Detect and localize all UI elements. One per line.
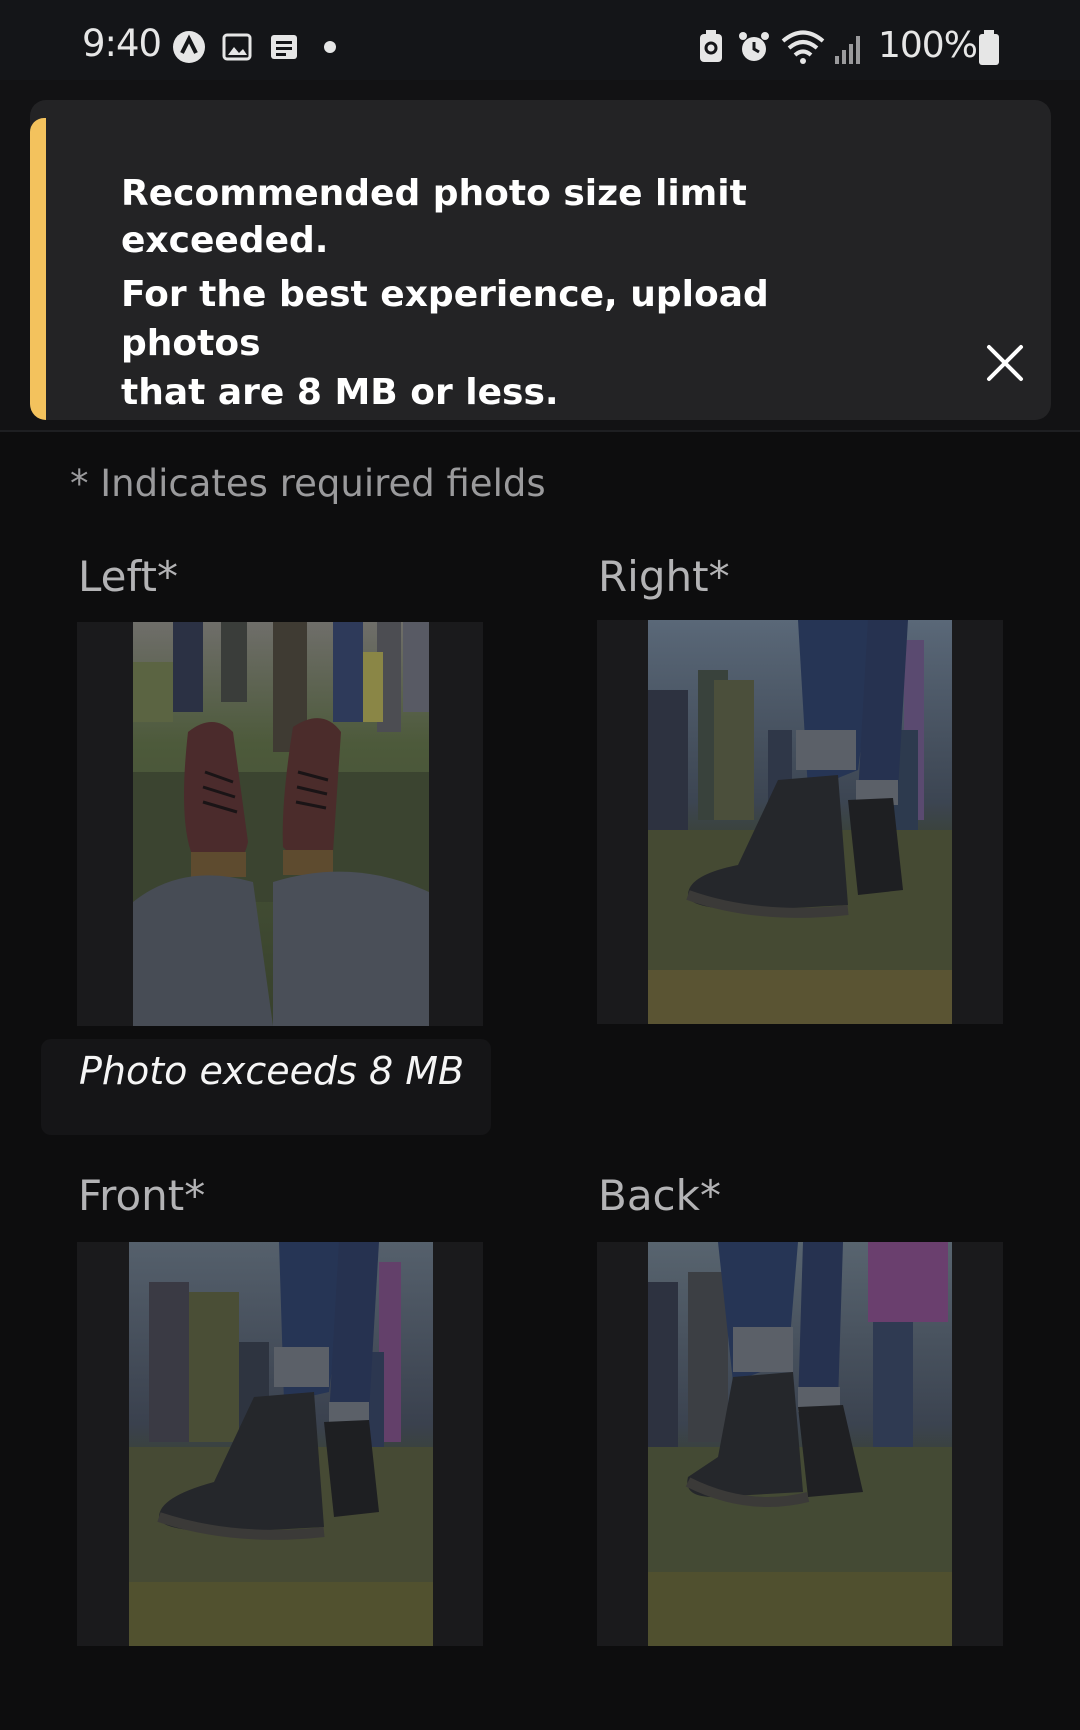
photo-right (648, 620, 952, 1024)
photo-error-message: Photo exceeds 8 MB (41, 1039, 491, 1135)
battery-saver-icon (700, 30, 722, 62)
battery-percent: 100% (878, 25, 978, 66)
photo-size-warning-banner: Recommended photo size limit exceeded. F… (30, 100, 1051, 420)
header-divider (0, 430, 1080, 432)
required-fields-note: * Indicates required fields (70, 462, 546, 505)
message-icon (271, 35, 297, 59)
battery-icon (979, 30, 999, 65)
status-bar: 9:40 100% (0, 0, 1080, 80)
dot-icon (324, 41, 336, 53)
field-label-front: Front* (78, 1171, 206, 1220)
photo-slot-front[interactable] (77, 1242, 483, 1646)
gallery-icon (222, 33, 252, 61)
banner-title-line2: exceeded. (121, 220, 329, 261)
navigation-icon (173, 31, 205, 63)
photo-left (133, 622, 429, 1026)
photo-slot-right[interactable] (597, 620, 1003, 1024)
banner-body-line1: For the best experience, upload photos (121, 274, 769, 364)
banner-title: Recommended photo size limit exceeded. (121, 170, 881, 264)
photo-error-text: Photo exceeds 8 MB (79, 1049, 465, 1093)
field-label-left: Left* (78, 552, 179, 601)
alarm-icon (739, 32, 769, 61)
photo-slot-left[interactable] (77, 622, 483, 1026)
banner-accent-bar (30, 118, 46, 420)
field-label-right: Right* (598, 552, 730, 601)
signal-icon (835, 36, 860, 64)
status-time: 9:40 (82, 22, 162, 65)
wifi-icon (781, 30, 825, 64)
banner-body-line2: that are 8 MB or less. (121, 372, 559, 413)
photo-front (129, 1242, 433, 1646)
banner-message: For the best experience, upload photos t… (121, 270, 881, 417)
field-label-back: Back* (598, 1171, 721, 1220)
close-icon[interactable] (980, 338, 1030, 388)
banner-title-line1: Recommended photo size limit (121, 173, 747, 214)
photo-back (648, 1242, 952, 1646)
photo-slot-back[interactable] (597, 1242, 1003, 1646)
